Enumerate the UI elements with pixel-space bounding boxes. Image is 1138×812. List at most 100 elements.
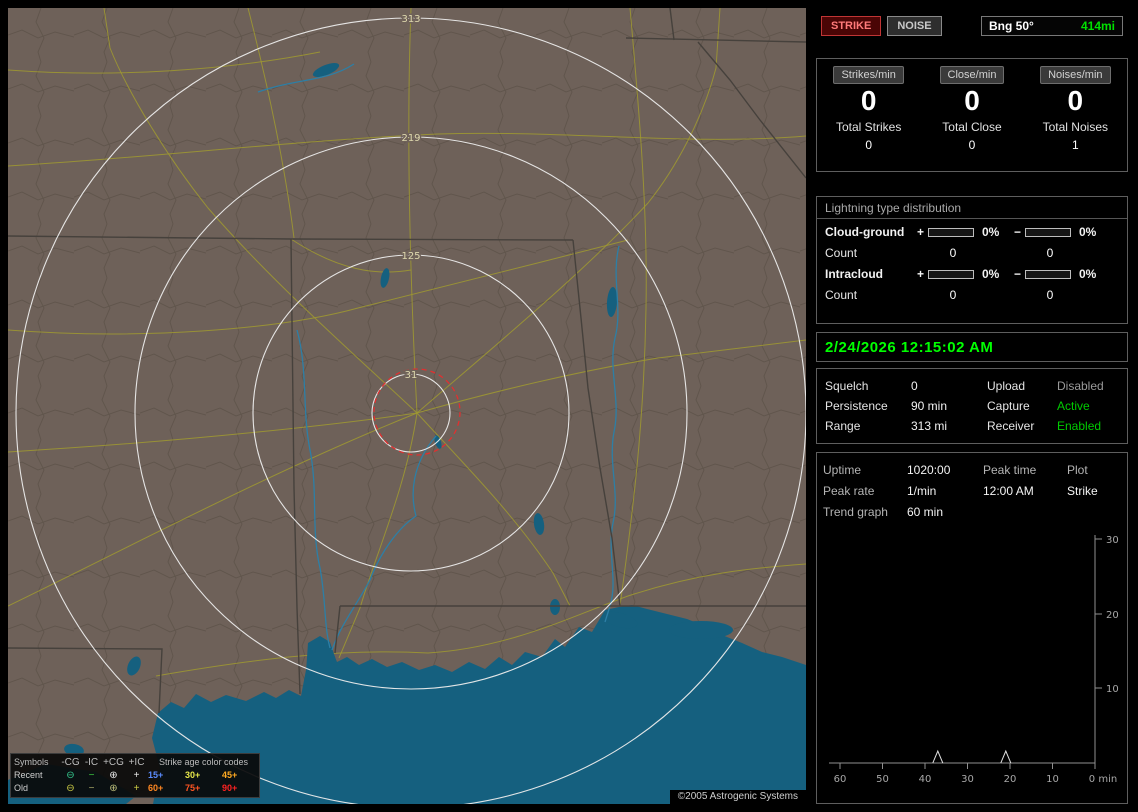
upload-label: Upload — [987, 379, 1026, 393]
ic-plus-count: 0 — [949, 288, 957, 302]
map-legend: Symbols -CG -IC +CG +IC Strike age color… — [10, 753, 260, 798]
ic-minus-percent: 0% — [1079, 267, 1097, 281]
capture-state: Active — [1057, 399, 1090, 413]
cg-minus-bar — [1025, 227, 1071, 237]
cg-plus-bar — [928, 227, 974, 237]
sidebar: STRIKE NOISE Bng 50° 414mi Strikes/min 0… — [814, 8, 1130, 804]
uptime-label: Uptime — [823, 463, 862, 477]
distribution-title: Lightning type distribution — [817, 197, 1127, 219]
ring-label-125: 125 — [401, 251, 420, 262]
plot-value: Strike — [1067, 484, 1098, 498]
trend-graph-label: Trend graph — [823, 505, 888, 519]
plot-label: Plot — [1067, 463, 1088, 477]
intracloud-label: Intracloud — [825, 267, 884, 281]
capture-label: Capture — [987, 399, 1030, 413]
x-tick-20: 20 — [1004, 774, 1017, 785]
old-neg-ic-symbol: − — [88, 782, 95, 794]
range-value: 313 mi — [911, 419, 948, 433]
strikes-counter-column: Strikes/min 0 Total Strikes 0 — [819, 66, 919, 171]
recent-neg-cg-symbol: ⊖ — [66, 769, 75, 781]
ic-minus-bar — [1025, 269, 1071, 279]
old-pos-cg-symbol: ⊕ — [109, 782, 118, 794]
age-15: 15+ — [148, 770, 164, 780]
range-label: Range — [825, 419, 861, 433]
noises-per-min-button[interactable]: Noises/min — [1040, 66, 1111, 84]
noise-toggle-button[interactable]: NOISE — [887, 16, 942, 36]
receiver-label: Receiver — [987, 419, 1035, 433]
x-tick-30: 30 — [961, 774, 974, 785]
trend-window-value: 60 min — [907, 505, 944, 519]
ic-count-label: Count — [825, 288, 858, 302]
old-neg-cg-symbol: ⊖ — [66, 782, 75, 794]
clock-panel: 2/24/2026 12:15:02 AM — [816, 332, 1128, 362]
strike-toggle-button[interactable]: STRIKE — [821, 16, 882, 36]
ic-plus-bar — [928, 269, 974, 279]
y-tick-10: 10 — [1106, 684, 1119, 695]
age-30: 30+ — [185, 770, 201, 780]
alarm-toggle-panel: STRIKE NOISE Bng 50° 414mi — [816, 12, 1128, 40]
total-strikes-label: Total Strikes — [835, 120, 902, 134]
legend-row-old-label: Old — [14, 783, 29, 793]
legend-col-pos-ic: +IC — [128, 756, 145, 768]
x-tick-0-min: 0 min — [1089, 774, 1117, 785]
upload-state: Disabled — [1057, 379, 1104, 393]
close-per-min-button[interactable]: Close/min — [939, 66, 1005, 84]
counters-panel: Strikes/min 0 Total Strikes 0 Close/min … — [816, 58, 1128, 172]
total-strikes-value: 0 — [865, 138, 872, 152]
cg-plus-percent: 0% — [982, 225, 1000, 239]
y-tick-30: 30 — [1106, 535, 1119, 546]
noises-per-min-value: 0 — [1067, 85, 1084, 116]
total-close-label: Total Close — [942, 120, 1002, 134]
map-canvas[interactable]: 313 219 125 31 — [8, 8, 806, 804]
age-90: 90+ — [222, 783, 238, 793]
legend-row-recent-label: Recent — [14, 770, 43, 780]
ring-label-219: 219 — [401, 133, 420, 144]
distribution-panel: Lightning type distribution Cloud-ground… — [816, 196, 1128, 324]
total-noises-label: Total Noises — [1042, 120, 1108, 134]
status-panel: Squelch 0 Upload Disabled Persistence 90… — [816, 368, 1128, 444]
lightning-map[interactable]: 313 219 125 31 Symbols -CG -IC +CG +IC S… — [8, 8, 806, 804]
ring-label-31: 31 — [405, 370, 418, 381]
cloud-ground-label: Cloud-ground — [825, 225, 905, 239]
legend-age-header: Strike age color codes — [158, 757, 249, 767]
x-tick-10: 10 — [1046, 774, 1059, 785]
total-noises-value: 1 — [1071, 138, 1079, 152]
datetime-readout: 2/24/2026 12:15:02 AM — [825, 338, 994, 356]
x-tick-40: 40 — [919, 774, 932, 785]
strikes-per-min-value: 0 — [860, 85, 877, 116]
recent-pos-ic-symbol: + — [133, 769, 140, 781]
noises-counter-column: Noises/min 0 Total Noises 1 — [1025, 66, 1125, 171]
persistence-label: Persistence — [825, 399, 888, 413]
bearing-readout: Bng 50° 414mi — [981, 16, 1123, 36]
recent-pos-cg-symbol: ⊕ — [109, 769, 118, 781]
legend-col-neg-cg: -CG — [61, 756, 80, 768]
cg-plus-sign: + — [916, 225, 924, 239]
old-pos-ic-symbol: + — [133, 782, 140, 794]
peak-rate-value: 1/min — [907, 484, 937, 498]
cg-plus-count: 0 — [949, 246, 957, 260]
strike-rate-series — [932, 749, 1012, 764]
recent-neg-ic-symbol: − — [88, 769, 95, 781]
strikes-per-min-button[interactable]: Strikes/min — [833, 66, 904, 84]
ic-plus-percent: 0% — [982, 267, 1000, 281]
ring-label-313: 313 — [401, 14, 420, 25]
squelch-label: Squelch — [825, 379, 869, 393]
legend-col-neg-ic: -IC — [84, 756, 99, 768]
cg-minus-percent: 0% — [1079, 225, 1097, 239]
cg-minus-count: 0 — [1046, 246, 1054, 260]
ic-minus-sign: − — [1013, 267, 1021, 281]
peak-time-value: 12:00 AM — [983, 484, 1034, 498]
ic-minus-count: 0 — [1046, 288, 1054, 302]
cg-minus-sign: − — [1013, 225, 1021, 239]
x-tick-60: 60 — [834, 774, 847, 785]
age-60: 60+ — [148, 783, 164, 793]
bearing-distance: 414mi — [1080, 19, 1115, 33]
persistence-value: 90 min — [911, 399, 948, 413]
uptime-value: 1020:00 — [907, 463, 951, 477]
ic-plus-sign: + — [916, 267, 924, 281]
receiver-state: Enabled — [1057, 419, 1102, 433]
cg-count-label: Count — [825, 246, 858, 260]
peak-time-label: Peak time — [983, 463, 1037, 477]
close-per-min-value: 0 — [964, 85, 980, 116]
trend-graph: 30 20 10 60 50 40 30 20 10 0 min — [829, 535, 1119, 785]
